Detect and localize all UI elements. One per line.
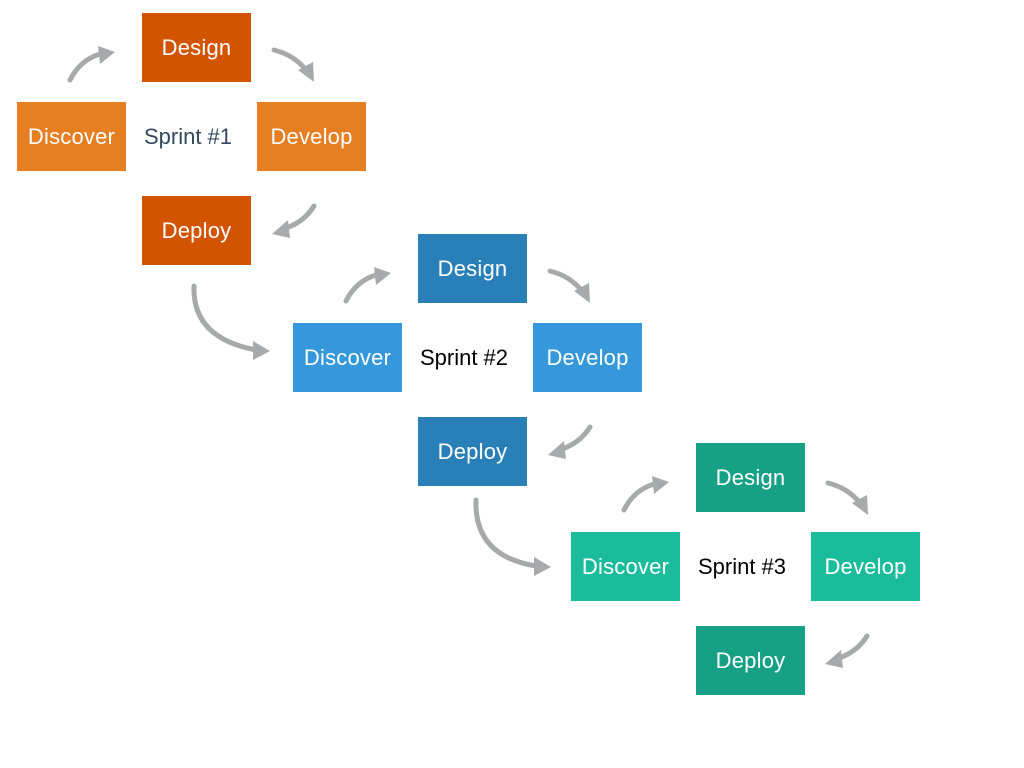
arrow-design-to-develop-2 (547, 268, 585, 294)
arrowhead-develop-to-deploy-3 (825, 650, 843, 668)
arrow-design-to-develop-1 (271, 47, 309, 73)
arrowhead-develop-to-deploy-2 (548, 441, 566, 459)
sprint-1-develop-box: Develop (257, 102, 366, 171)
sprint-3-design-box: Design (696, 443, 805, 512)
arrowhead-develop-to-deploy-1 (272, 220, 290, 238)
arrow-discover-to-design-3 (621, 481, 657, 513)
sprint-3-label: Sprint #3 (697, 553, 787, 579)
sprint-3-deploy-box: Deploy (696, 626, 805, 695)
sprint-1-discover-box: Discover (17, 102, 126, 171)
sprint-2-deploy-box: Deploy (418, 417, 527, 486)
arrow-develop-to-deploy-2 (559, 424, 593, 452)
arrowhead-deploy1-to-discover2 (253, 341, 270, 360)
sprint-1-deploy-box: Deploy (142, 196, 251, 265)
sprint-2-design-box: Design (418, 234, 527, 303)
arrowhead-discover-to-design-2 (374, 267, 391, 285)
arrowhead-discover-to-design-1 (98, 46, 115, 64)
sprint-2-develop-box: Develop (533, 323, 642, 392)
sprint-3-discover-box: Discover (571, 532, 680, 601)
sprint-2-label: Sprint #2 (419, 344, 509, 370)
sprint-1-label: Sprint #1 (143, 123, 233, 149)
arrow-deploy1-to-discover2 (191, 283, 259, 353)
sprint-3-develop-box: Develop (811, 532, 920, 601)
arrow-design-to-develop-3 (825, 480, 863, 506)
arrowhead-deploy2-to-discover3 (534, 557, 551, 576)
sprint-2-discover-box: Discover (293, 323, 402, 392)
arrow-develop-to-deploy-3 (836, 633, 870, 661)
arrow-discover-to-design-1 (67, 51, 103, 83)
sprint-1-design-box: Design (142, 13, 251, 82)
arrow-develop-to-deploy-1 (283, 203, 317, 231)
arrow-deploy2-to-discover3 (473, 497, 539, 569)
arrowhead-discover-to-design-3 (652, 476, 669, 494)
arrow-discover-to-design-2 (343, 272, 379, 304)
